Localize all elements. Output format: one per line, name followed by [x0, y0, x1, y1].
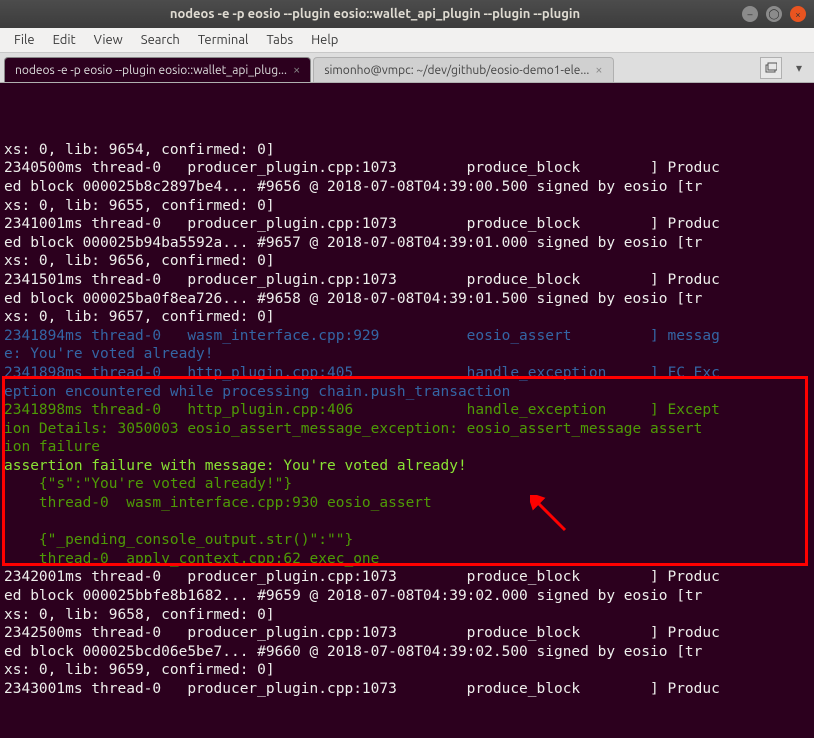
terminal-line: 2341894ms thread-0 wasm_interface.cpp:92… — [4, 327, 810, 346]
terminal-line: ed block 000025bbfe8b1682... #9659 @ 201… — [4, 587, 810, 606]
window-controls: – ◯ × — [742, 6, 806, 22]
terminal-line — [4, 513, 810, 532]
terminal-line: thread-0 apply_context.cpp:62 exec_one — [4, 550, 810, 569]
terminal-line: {"s":"You're voted already!"} — [4, 475, 810, 494]
terminal-line: 2341501ms thread-0 producer_plugin.cpp:1… — [4, 271, 810, 290]
window-titlebar: nodeos -e -p eosio --plugin eosio::walle… — [0, 0, 814, 28]
terminal-line: ed block 000025b8c2897be4... #9656 @ 201… — [4, 178, 810, 197]
tab-menu-button[interactable]: ▾ — [788, 57, 810, 79]
tabbar: nodeos -e -p eosio --plugin eosio::walle… — [0, 53, 814, 83]
menu-tabs[interactable]: Tabs — [258, 30, 301, 50]
menu-terminal[interactable]: Terminal — [190, 30, 257, 50]
terminal-line: 2341898ms thread-0 http_plugin.cpp:405 h… — [4, 364, 810, 383]
terminal-line: xs: 0, lib: 9658, confirmed: 0] — [4, 606, 810, 625]
terminal-line: 2340500ms thread-0 producer_plugin.cpp:1… — [4, 159, 810, 178]
close-icon[interactable]: × — [595, 63, 602, 77]
tab-nodeos[interactable]: nodeos -e -p eosio --plugin eosio::walle… — [4, 57, 311, 82]
terminal-line: ed block 000025bcd06e5be7... #9660 @ 201… — [4, 643, 810, 662]
close-icon[interactable]: × — [293, 63, 300, 77]
chevron-down-icon: ▾ — [796, 61, 802, 75]
close-button[interactable]: × — [790, 6, 806, 22]
terminal-line: ion failure — [4, 438, 810, 457]
terminal-line: 2342001ms thread-0 producer_plugin.cpp:1… — [4, 568, 810, 587]
terminal-output[interactable]: xs: 0, lib: 9654, confirmed: 0]2340500ms… — [0, 83, 814, 738]
new-tab-icon — [765, 62, 777, 74]
terminal-line: 2342500ms thread-0 producer_plugin.cpp:1… — [4, 624, 810, 643]
new-tab-button[interactable] — [760, 57, 782, 79]
terminal-line: {"_pending_console_output.str()":""} — [4, 531, 810, 550]
terminal-line: xs: 0, lib: 9654, confirmed: 0] — [4, 141, 810, 160]
terminal-line: 2341898ms thread-0 http_plugin.cpp:406 h… — [4, 401, 810, 420]
terminal-line: xs: 0, lib: 9657, confirmed: 0] — [4, 308, 810, 327]
terminal-line: xs: 0, lib: 9656, confirmed: 0] — [4, 252, 810, 271]
terminal-line: xs: 0, lib: 9655, confirmed: 0] — [4, 197, 810, 216]
terminal-line: ed block 000025b94ba5592a... #9657 @ 201… — [4, 234, 810, 253]
minimize-button[interactable]: – — [742, 6, 758, 22]
terminal-line: 2343001ms thread-0 producer_plugin.cpp:1… — [4, 680, 810, 699]
maximize-button[interactable]: ◯ — [766, 6, 782, 22]
menu-file[interactable]: File — [6, 30, 43, 50]
menu-view[interactable]: View — [86, 30, 131, 50]
window-title: nodeos -e -p eosio --plugin eosio::walle… — [8, 7, 742, 21]
menubar: File Edit View Search Terminal Tabs Help — [0, 28, 814, 53]
terminal-line: ed block 000025ba0f8ea726... #9658 @ 201… — [4, 290, 810, 309]
menu-edit[interactable]: Edit — [45, 30, 84, 50]
terminal-line: thread-0 wasm_interface.cpp:930 eosio_as… — [4, 494, 810, 513]
menu-search[interactable]: Search — [133, 30, 188, 50]
terminal-line: assertion failure with message: You're v… — [4, 457, 810, 476]
tab-label: simonho@vmpc: ~/dev/github/eosio-demo1-e… — [324, 64, 589, 77]
tab-label: nodeos -e -p eosio --plugin eosio::walle… — [15, 64, 287, 77]
terminal-line: ion Details: 3050003 eosio_assert_messag… — [4, 420, 810, 439]
terminal-line: e: You're voted already! — [4, 345, 810, 364]
menu-help[interactable]: Help — [303, 30, 346, 50]
tab-simonho[interactable]: simonho@vmpc: ~/dev/github/eosio-demo1-e… — [313, 57, 613, 82]
terminal-line: eption encountered while processing chai… — [4, 383, 810, 402]
terminal-line: xs: 0, lib: 9659, confirmed: 0] — [4, 661, 810, 680]
terminal-line: 2341001ms thread-0 producer_plugin.cpp:1… — [4, 215, 810, 234]
